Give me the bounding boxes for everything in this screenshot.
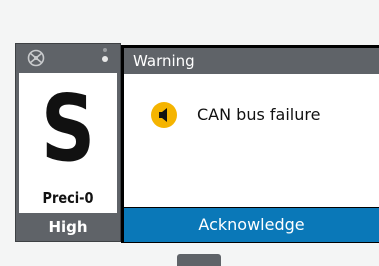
warning-dialog: Warning CAN bus failure Acknowledge [121,45,379,243]
warning-message: CAN bus failure [197,105,321,124]
dot-icon [102,56,108,62]
dialog-body: CAN bus failure [124,74,379,207]
dot-icon [103,48,107,52]
acknowledge-button[interactable]: Acknowledge [124,208,379,242]
mode-letter: S [40,75,96,182]
mode-name: Preci-0 [42,189,94,207]
bottom-tab-fragment [177,254,221,266]
dialog-title: Warning [124,48,379,74]
steering-mode-panel[interactable]: S Preci-0 High [15,43,121,242]
mode-level: High [48,218,88,236]
speaker-alarm-icon [151,102,177,128]
steering-wheel-icon [27,49,45,71]
mode-panel-header [16,44,120,71]
mode-card: S Preci-0 [19,73,117,213]
